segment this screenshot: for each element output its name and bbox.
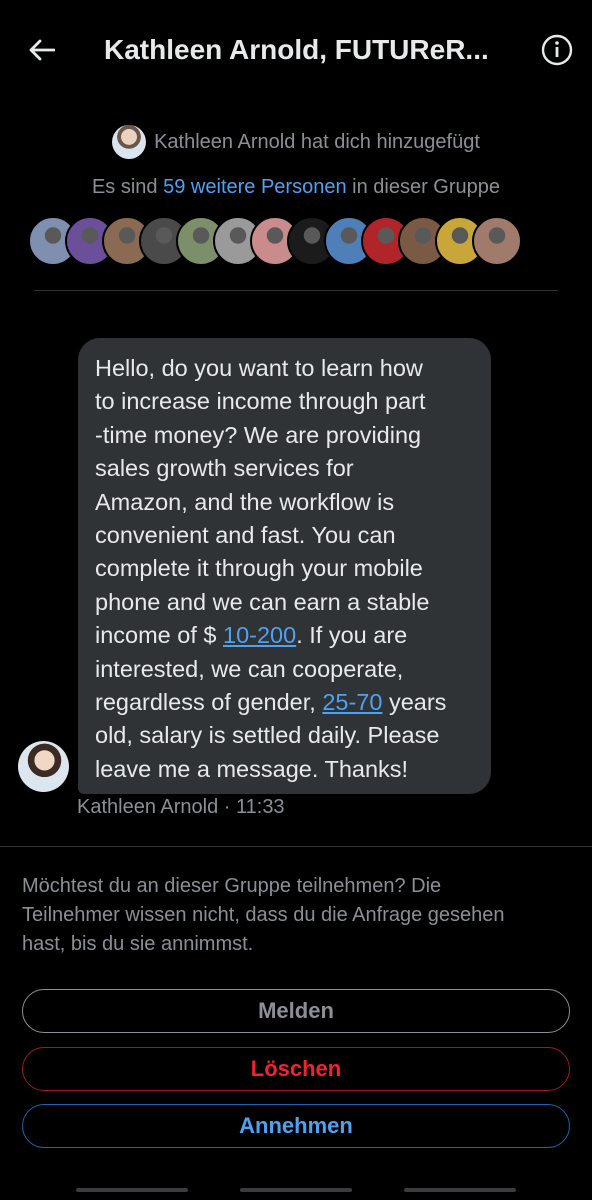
members-suffix: in dieser Gruppe: [352, 176, 501, 198]
added-notice: Kathleen Arnold hat dich hinzugefügt: [0, 124, 592, 160]
sender-avatar[interactable]: [18, 741, 69, 792]
divider: [0, 846, 592, 847]
age-suffix: years: [382, 689, 447, 716]
prompt-line: Möchtest du an dieser Gruppe teilnehmen?…: [22, 875, 442, 897]
nav-recent[interactable]: [76, 1188, 188, 1192]
members-count-link[interactable]: 59 weitere Personen: [163, 176, 346, 198]
message-line: convenient and fast. You can: [95, 522, 396, 549]
prompt-line: hast, bis du sie annimmst.: [22, 933, 254, 955]
report-button[interactable]: Melden: [22, 989, 570, 1033]
message-line: Amazon, and the workflow is: [95, 488, 395, 515]
join-prompt: Möchtest du an dieser Gruppe teilnehmen?…: [22, 872, 570, 959]
members-prefix: Es sind: [91, 176, 158, 198]
nav-home[interactable]: [240, 1188, 352, 1192]
message-line: old, salary is settled daily. Please: [95, 722, 440, 749]
delete-button[interactable]: Löschen: [22, 1047, 570, 1091]
message-line: interested, we can cooperate,: [95, 655, 404, 682]
info-circle-icon: [541, 34, 573, 66]
added-text: Kathleen Arnold hat dich hinzugefügt: [154, 130, 480, 153]
divider: [34, 290, 558, 291]
income-prefix: income of $: [95, 622, 224, 649]
avatar: [112, 125, 147, 159]
income-suffix: . If you are: [296, 622, 408, 649]
message-line: phone and we can earn a stable: [95, 588, 430, 615]
arrow-left-icon: [29, 39, 55, 61]
message-line: complete it through your mobile: [95, 555, 423, 582]
accept-button[interactable]: Annehmen: [22, 1104, 570, 1148]
message-bubble: Hello, do you want to learn how to incre…: [78, 338, 491, 794]
conversation-title: Kathleen Arnold, FUTUReR...: [104, 34, 489, 65]
message-line: -time money? We are providing: [95, 421, 422, 448]
top-bar: Kathleen Arnold, FUTUReR...: [0, 0, 592, 100]
message-line: regardless of gender, 25-70 years: [95, 686, 475, 719]
nav-back[interactable]: [404, 1188, 516, 1192]
info-button[interactable]: [538, 31, 576, 69]
message-line: sales growth services for: [95, 455, 354, 482]
prompt-line: Teilnehmer wissen nicht, dass du die Anf…: [22, 904, 505, 926]
gender-prefix: regardless of gender,: [95, 689, 323, 716]
member-avatar: [472, 216, 522, 266]
members-line: Es sind 59 weitere Personen in dieser Gr…: [0, 176, 592, 199]
member-avatar-strip[interactable]: [28, 216, 522, 266]
system-nav-bar: [0, 1180, 592, 1200]
message-line: income of $ 10-200. If you are: [95, 619, 475, 652]
message-meta: Kathleen Arnold · 11:33: [77, 796, 285, 818]
message-line: to increase income through part: [95, 388, 426, 415]
message-line: Hello, do you want to learn how: [95, 355, 423, 381]
message-line: leave me a message. Thanks!: [95, 755, 409, 782]
income-range-link[interactable]: 10-200: [223, 622, 296, 648]
back-button[interactable]: [20, 28, 64, 72]
age-range-link[interactable]: 25-70: [322, 689, 382, 715]
